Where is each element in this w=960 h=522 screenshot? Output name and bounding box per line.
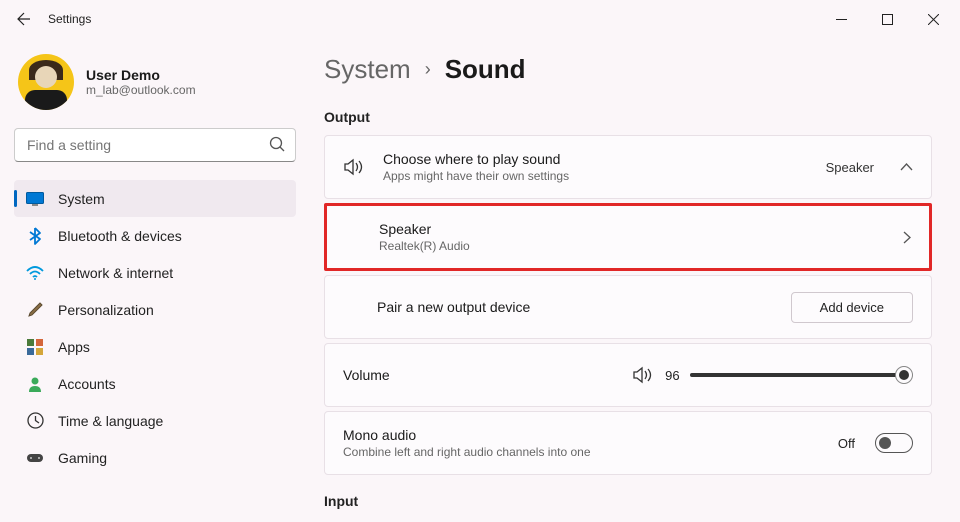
row-subtitle: Realtek(R) Audio bbox=[379, 239, 877, 253]
volume-slider[interactable] bbox=[690, 365, 913, 385]
nav-item-gaming[interactable]: Gaming bbox=[14, 439, 296, 476]
main-content: System › Sound Output Choose where to pl… bbox=[310, 38, 960, 522]
nav-item-accounts[interactable]: Accounts bbox=[14, 365, 296, 402]
gaming-icon bbox=[26, 449, 44, 467]
nav-item-system[interactable]: System bbox=[14, 180, 296, 217]
network-icon bbox=[26, 264, 44, 282]
pair-device-row: Pair a new output device Add device bbox=[325, 276, 931, 338]
minimize-button[interactable] bbox=[818, 0, 864, 38]
output-section-header: Output bbox=[324, 109, 932, 125]
nav-label: Bluetooth & devices bbox=[58, 228, 182, 244]
chevron-right-icon bbox=[903, 231, 911, 244]
nav-item-network[interactable]: Network & internet bbox=[14, 254, 296, 291]
choose-output-row[interactable]: Choose where to play sound Apps might ha… bbox=[325, 136, 931, 198]
chevron-right-icon: › bbox=[425, 59, 431, 80]
nav-item-personalization[interactable]: Personalization bbox=[14, 291, 296, 328]
nav-label: Network & internet bbox=[58, 265, 173, 281]
avatar bbox=[18, 54, 74, 110]
accounts-icon bbox=[26, 375, 44, 393]
highlighted-speaker-row: Speaker Realtek(R) Audio bbox=[324, 203, 932, 271]
nav-label: Gaming bbox=[58, 450, 107, 466]
row-subtitle: Apps might have their own settings bbox=[383, 169, 810, 183]
row-subtitle: Combine left and right audio channels in… bbox=[343, 445, 822, 459]
nav-item-bluetooth[interactable]: Bluetooth & devices bbox=[14, 217, 296, 254]
slider-thumb[interactable] bbox=[895, 366, 913, 384]
row-title: Volume bbox=[343, 367, 390, 383]
close-icon bbox=[928, 14, 939, 25]
breadcrumb: System › Sound bbox=[324, 54, 932, 85]
close-button[interactable] bbox=[910, 0, 956, 38]
add-device-button[interactable]: Add device bbox=[791, 292, 913, 323]
nav-item-apps[interactable]: Apps bbox=[14, 328, 296, 365]
breadcrumb-current: Sound bbox=[445, 54, 526, 85]
nav-label: Apps bbox=[58, 339, 90, 355]
row-title: Choose where to play sound bbox=[383, 151, 810, 167]
apps-icon bbox=[26, 338, 44, 356]
nav-label: Time & language bbox=[58, 413, 163, 429]
search-input[interactable] bbox=[14, 128, 296, 162]
nav-label: Personalization bbox=[58, 302, 154, 318]
personalization-icon bbox=[26, 301, 44, 319]
minimize-icon bbox=[836, 14, 847, 25]
search-container bbox=[14, 128, 296, 162]
back-button[interactable] bbox=[4, 0, 44, 38]
mono-audio-toggle[interactable] bbox=[875, 433, 913, 453]
input-section-header: Input bbox=[324, 493, 932, 509]
user-block[interactable]: User Demo m_lab@outlook.com bbox=[14, 50, 296, 128]
volume-icon[interactable] bbox=[633, 366, 655, 384]
nav: System Bluetooth & devices Network & int… bbox=[14, 180, 296, 522]
user-name: User Demo bbox=[86, 67, 196, 83]
breadcrumb-parent[interactable]: System bbox=[324, 54, 411, 85]
speaker-icon bbox=[343, 158, 367, 176]
maximize-button[interactable] bbox=[864, 0, 910, 38]
speaker-device-row[interactable]: Speaker Realtek(R) Audio bbox=[327, 206, 929, 268]
sidebar: User Demo m_lab@outlook.com System Bluet… bbox=[0, 38, 310, 522]
row-title: Speaker bbox=[379, 221, 877, 237]
output-device-value: Speaker bbox=[826, 160, 874, 175]
nav-item-time[interactable]: Time & language bbox=[14, 402, 296, 439]
chevron-up-icon bbox=[900, 163, 913, 171]
time-icon bbox=[26, 412, 44, 430]
arrow-left-icon bbox=[16, 11, 32, 27]
nav-label: Accounts bbox=[58, 376, 116, 392]
window-title: Settings bbox=[48, 12, 91, 26]
volume-value: 96 bbox=[665, 368, 679, 383]
user-email: m_lab@outlook.com bbox=[86, 83, 196, 97]
volume-row: Volume 96 bbox=[325, 344, 931, 406]
toggle-state-label: Off bbox=[838, 436, 855, 451]
row-title: Pair a new output device bbox=[377, 299, 775, 315]
system-icon bbox=[26, 190, 44, 208]
search-icon bbox=[269, 136, 286, 153]
mono-audio-row: Mono audio Combine left and right audio … bbox=[325, 412, 931, 474]
row-title: Mono audio bbox=[343, 427, 822, 443]
maximize-icon bbox=[882, 14, 893, 25]
nav-label: System bbox=[58, 191, 105, 207]
bluetooth-icon bbox=[26, 227, 44, 245]
